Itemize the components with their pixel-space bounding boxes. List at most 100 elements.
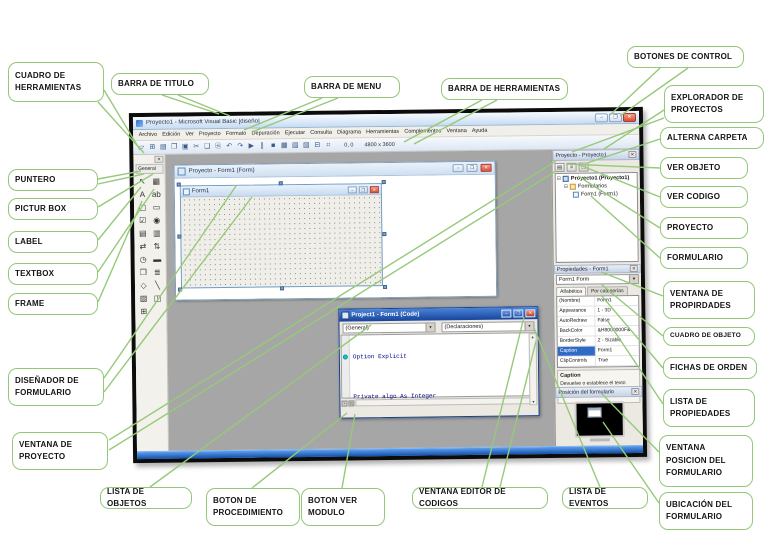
- menu-item[interactable]: Diagrama: [335, 129, 364, 135]
- toolbox-tool-icon[interactable]: ▨: [137, 293, 150, 305]
- toolbar-icon[interactable]: ▨: [301, 140, 311, 150]
- tree-expander-icon[interactable]: ⊟: [557, 176, 561, 182]
- menu-item[interactable]: Ver: [183, 131, 197, 137]
- toolbox-tool-icon[interactable]: ⇅: [150, 241, 163, 253]
- menu-item[interactable]: Edición: [160, 131, 183, 138]
- toolbox-tool-icon[interactable]: ◫: [151, 293, 164, 305]
- toolbox-tool-icon[interactable]: ▥: [150, 228, 163, 240]
- designer-maximize-button[interactable]: ❐: [466, 163, 478, 173]
- selection-handle[interactable]: [280, 286, 285, 291]
- minimize-button[interactable]: –: [594, 112, 609, 122]
- designer-minimize-button[interactable]: –: [452, 164, 464, 173]
- toolbar-icon[interactable]: ▤: [158, 142, 168, 152]
- view-object-button[interactable]: ▤: [554, 162, 565, 172]
- toolbox-tool-icon[interactable]: ab: [150, 189, 163, 201]
- menu-item[interactable]: Depuración: [249, 130, 282, 136]
- toolbox-tool-icon[interactable]: ▭: [150, 202, 163, 214]
- toolbox-tool-icon[interactable]: ▦: [150, 176, 163, 188]
- form1-grid-surface[interactable]: [181, 195, 381, 287]
- property-name: Caption: [557, 346, 596, 356]
- menu-item[interactable]: Formato: [223, 131, 249, 137]
- form-position-thumbnail[interactable]: [587, 407, 602, 418]
- form1-minimize-button[interactable]: –: [347, 185, 357, 193]
- menu-item[interactable]: Ejecutar: [282, 130, 307, 136]
- close-icon[interactable]: ✕: [629, 264, 638, 273]
- toolbar-icon[interactable]: ❏: [202, 142, 212, 152]
- form1-close-button[interactable]: ✕: [369, 185, 379, 193]
- toolbar-icon[interactable]: ✂: [191, 142, 201, 152]
- toolbar-icon[interactable]: ↶: [224, 141, 234, 151]
- property-row[interactable]: ClipControls True: [557, 355, 640, 367]
- object-selector-dropdown[interactable]: Form1 Form ▼: [555, 273, 640, 285]
- form1-design-surface[interactable]: Form1 – ❐ ✕: [179, 183, 384, 289]
- selection-handle[interactable]: [381, 180, 386, 185]
- breakpoint-dot[interactable]: [342, 354, 348, 360]
- menu-item[interactable]: Consulta: [308, 130, 335, 136]
- toggle-folders-button[interactable]: ❒: [578, 162, 589, 172]
- toolbox-tool-icon[interactable]: ╲: [151, 280, 164, 292]
- toolbar-icon[interactable]: ▱: [136, 142, 146, 152]
- toolbox-close-icon[interactable]: ✕: [154, 155, 164, 163]
- close-icon[interactable]: ✕: [628, 150, 637, 159]
- tree-node-form[interactable]: Form1 (Form1): [557, 190, 636, 199]
- toolbox-tool-icon[interactable]: ❒: [137, 267, 150, 279]
- code-close-button[interactable]: ✕: [525, 309, 536, 318]
- maximize-button[interactable]: ❐: [608, 112, 623, 122]
- view-code-button[interactable]: ≡: [566, 162, 577, 172]
- toolbox-tool-icon[interactable]: ⇄: [136, 241, 149, 253]
- tree-expander-icon[interactable]: ⊟: [564, 184, 568, 190]
- form1-maximize-button[interactable]: ❐: [358, 185, 368, 193]
- selection-handle[interactable]: [383, 285, 388, 290]
- event-list-dropdown[interactable]: (Declaraciones) ▼: [441, 320, 535, 332]
- toolbar-icon[interactable]: ▧: [290, 141, 300, 151]
- toolbar-icon[interactable]: ⊟: [312, 140, 322, 150]
- toolbox-tool-icon[interactable]: A: [136, 189, 149, 201]
- toolbox-tool-icon[interactable]: ◷: [137, 254, 150, 266]
- toolbar-icon[interactable]: ⎘: [213, 142, 223, 152]
- toolbox-tool-icon[interactable]: ◉: [150, 215, 163, 227]
- selection-handle[interactable]: [278, 181, 283, 186]
- menu-item[interactable]: Ventana: [444, 128, 469, 134]
- toolbox-tab-general[interactable]: General: [135, 163, 164, 175]
- selection-handle[interactable]: [178, 287, 183, 292]
- designer-close-button[interactable]: ✕: [480, 163, 492, 172]
- object-dropdown-value: (General): [345, 324, 369, 332]
- selection-handle[interactable]: [177, 234, 182, 239]
- toolbar-icon[interactable]: ⌗: [323, 140, 333, 150]
- menu-item[interactable]: Archivo: [136, 132, 160, 138]
- selection-handle[interactable]: [382, 232, 387, 237]
- toolbar-icon[interactable]: ∥: [257, 141, 267, 151]
- toolbar-icon[interactable]: ▦: [279, 141, 289, 151]
- toolbox-tool-icon[interactable]: ▬: [151, 254, 164, 266]
- toolbar-icon[interactable]: ▶: [246, 141, 256, 151]
- chevron-down-icon[interactable]: ▼: [628, 274, 638, 284]
- vertical-scrollbar[interactable]: ▲ ▼: [528, 333, 538, 406]
- close-icon[interactable]: ✕: [631, 387, 640, 396]
- toolbox-tool-icon[interactable]: ☑: [136, 215, 149, 227]
- menu-item[interactable]: Ayuda: [469, 128, 490, 134]
- toolbox-tool-icon[interactable]: ◇: [137, 280, 150, 292]
- code-maximize-button[interactable]: ❐: [513, 309, 524, 318]
- toolbox-tool-icon[interactable]: ▢: [136, 202, 149, 214]
- toolbox-tool-icon[interactable]: ⊞: [137, 306, 150, 318]
- toolbar-icon[interactable]: ■: [268, 141, 278, 151]
- toolbox-tool-icon[interactable]: ▤: [136, 228, 149, 240]
- toolbox-tool-icon[interactable]: ↖: [136, 176, 149, 188]
- procedure-view-button[interactable]: ≡: [341, 400, 348, 407]
- tab-alfabetica[interactable]: Alfabética: [556, 286, 587, 296]
- menu-item[interactable]: Herramientas: [364, 129, 402, 135]
- toolbar-icon[interactable]: ❒: [169, 142, 179, 152]
- code-text-area[interactable]: Option Explicit Private algo As Integer: [340, 332, 538, 400]
- toolbar-icon[interactable]: ▣: [180, 142, 190, 152]
- toolbar-icon[interactable]: ⊞: [147, 142, 157, 152]
- object-list-dropdown[interactable]: (General) ▼: [342, 321, 436, 334]
- chevron-down-icon[interactable]: ▼: [425, 322, 435, 332]
- toolbar-icon[interactable]: ↷: [235, 141, 245, 151]
- selection-handle[interactable]: [176, 182, 181, 187]
- chevron-down-icon[interactable]: ▼: [524, 321, 534, 330]
- close-button[interactable]: ✕: [622, 112, 637, 122]
- menu-item[interactable]: Proyecto: [196, 131, 223, 137]
- menu-item[interactable]: Complementos: [402, 128, 444, 135]
- code-minimize-button[interactable]: –: [501, 309, 512, 318]
- toolbox-tool-icon[interactable]: ≣: [151, 267, 164, 279]
